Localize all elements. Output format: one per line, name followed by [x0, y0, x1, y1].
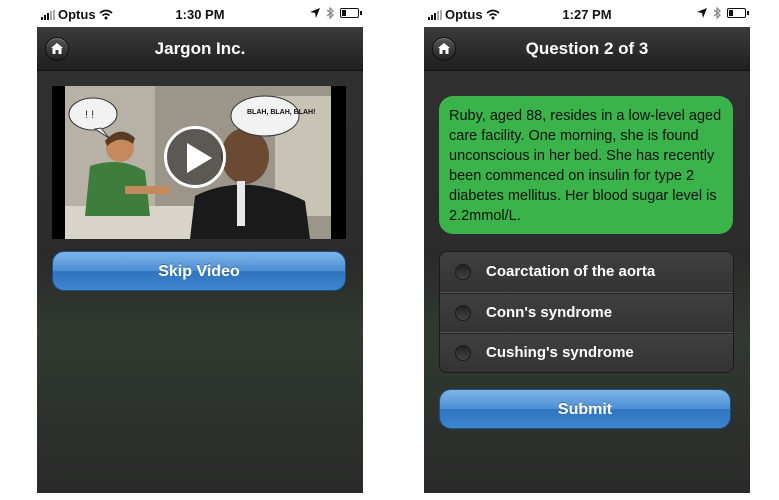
location-arrow-icon: [697, 8, 707, 18]
svg-text:! !: ! !: [85, 109, 94, 121]
skip-video-button[interactable]: Skip Video: [52, 251, 346, 291]
answer-option[interactable]: Conn's syndrome: [440, 292, 733, 332]
video-player[interactable]: ! ! BLAH, BLAH, BLAH!: [52, 86, 346, 239]
answer-label: Conn's syndrome: [486, 304, 613, 321]
play-icon: [187, 143, 212, 173]
phone-screen-question: Optus 1:27 PM Question 2 of 3 Ruby, aged…: [424, 0, 750, 493]
radio-button[interactable]: [455, 264, 471, 280]
home-icon: [51, 43, 63, 54]
home-icon: [438, 43, 450, 54]
page-title: Question 2 of 3: [525, 39, 649, 58]
speech-bubble-text: BLAH, BLAH, BLAH!: [247, 109, 315, 116]
play-button[interactable]: [164, 126, 226, 188]
home-button[interactable]: [45, 37, 69, 61]
answer-label: Coarctation of the aorta: [486, 263, 656, 280]
answer-option[interactable]: Coarctation of the aorta: [440, 252, 733, 292]
battery-icon: [727, 8, 749, 18]
submit-button[interactable]: Submit: [439, 389, 731, 429]
page-title: Jargon Inc.: [154, 39, 246, 58]
content-area: ! ! BLAH, BLAH, BLAH! Skip Video: [37, 71, 363, 493]
answer-label: Cushing's syndrome: [486, 344, 634, 361]
bluetooth-icon: [326, 7, 334, 19]
status-bar: Optus 1:30 PM: [37, 0, 363, 27]
bluetooth-icon: [713, 7, 721, 19]
nav-bar: Question 2 of 3: [424, 27, 750, 71]
question-text: Ruby, aged 88, resides in a low-level ag…: [439, 96, 733, 234]
content-area: Ruby, aged 88, resides in a low-level ag…: [424, 71, 750, 493]
status-bar: Optus 1:27 PM: [424, 0, 750, 27]
battery-icon: [340, 8, 362, 18]
nav-bar: Jargon Inc.: [37, 27, 363, 71]
answer-option[interactable]: Cushing's syndrome: [440, 332, 733, 372]
location-arrow-icon: [310, 8, 320, 18]
home-button[interactable]: [432, 37, 456, 61]
radio-button[interactable]: [455, 305, 471, 321]
phone-screen-video: Optus 1:30 PM Jargon Inc. ! ! BLAH, BLAH…: [37, 0, 363, 493]
answer-list: Coarctation of the aorta Conn's syndrome…: [439, 251, 734, 373]
radio-button[interactable]: [455, 345, 471, 361]
